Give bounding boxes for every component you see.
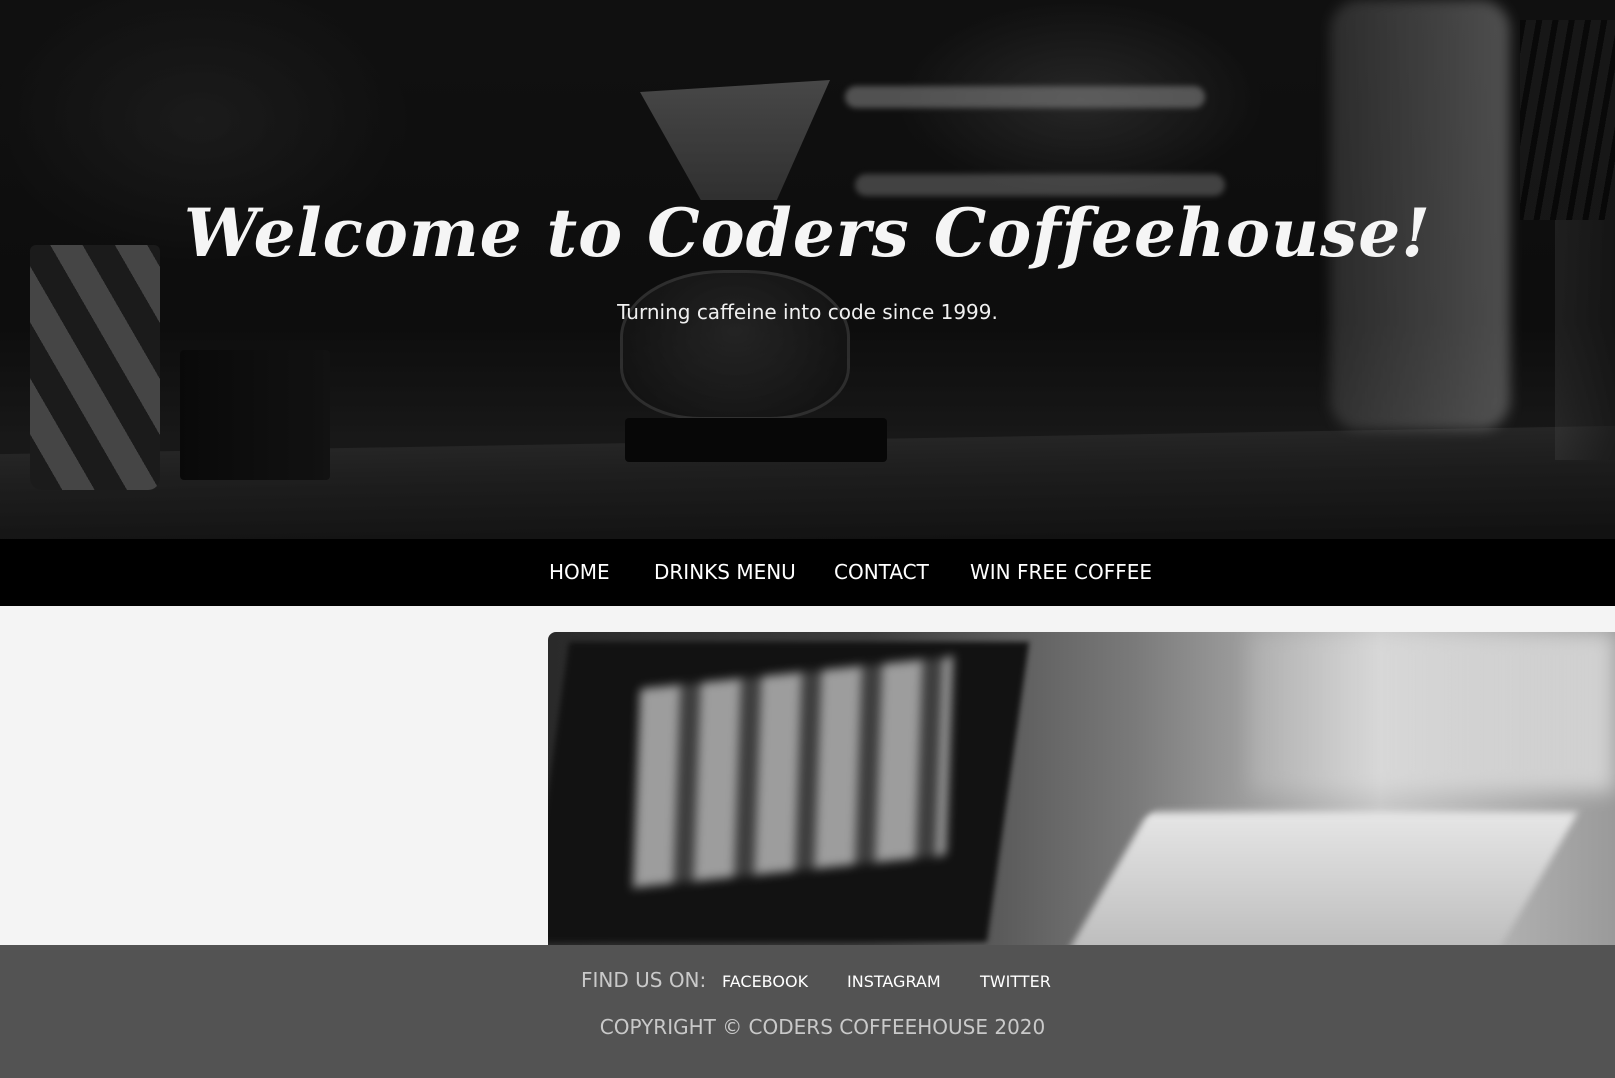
image-window-glare (1248, 632, 1615, 792)
instagram-link[interactable]: INSTAGRAM (847, 971, 941, 993)
image-laptop-keyboard (1067, 812, 1579, 945)
nav-item-win-free-coffee[interactable]: WIN FREE COFFEE (970, 539, 1152, 606)
hero-subtitle: Turning caffeine into code since 1999. (617, 300, 998, 324)
copyright-text: COPYRIGHT © CODERS COFFEEHOUSE 2020 (599, 1015, 1046, 1039)
hero-title: Welcome to Coders Coffeehouse! (183, 194, 1432, 272)
facebook-link[interactable]: FACEBOOK (722, 971, 808, 993)
main-nav: HOME DRINKS MENU CONTACT WIN FREE COFFEE (0, 539, 1615, 606)
hero-banner: Welcome to Coders Coffeehouse! Turning c… (0, 0, 1615, 539)
page-footer: FIND US ON: FACEBOOK INSTAGRAM TWITTER C… (0, 945, 1615, 1078)
twitter-link[interactable]: TWITTER (980, 971, 1051, 993)
find-us-label: FIND US ON: (581, 968, 707, 992)
image-laptop-display (633, 656, 953, 888)
nav-item-home[interactable]: HOME (549, 539, 610, 606)
nav-item-drinks-menu[interactable]: DRINKS MENU (654, 539, 796, 606)
nav-item-contact[interactable]: CONTACT (834, 539, 929, 606)
laptop-image (548, 632, 1615, 945)
